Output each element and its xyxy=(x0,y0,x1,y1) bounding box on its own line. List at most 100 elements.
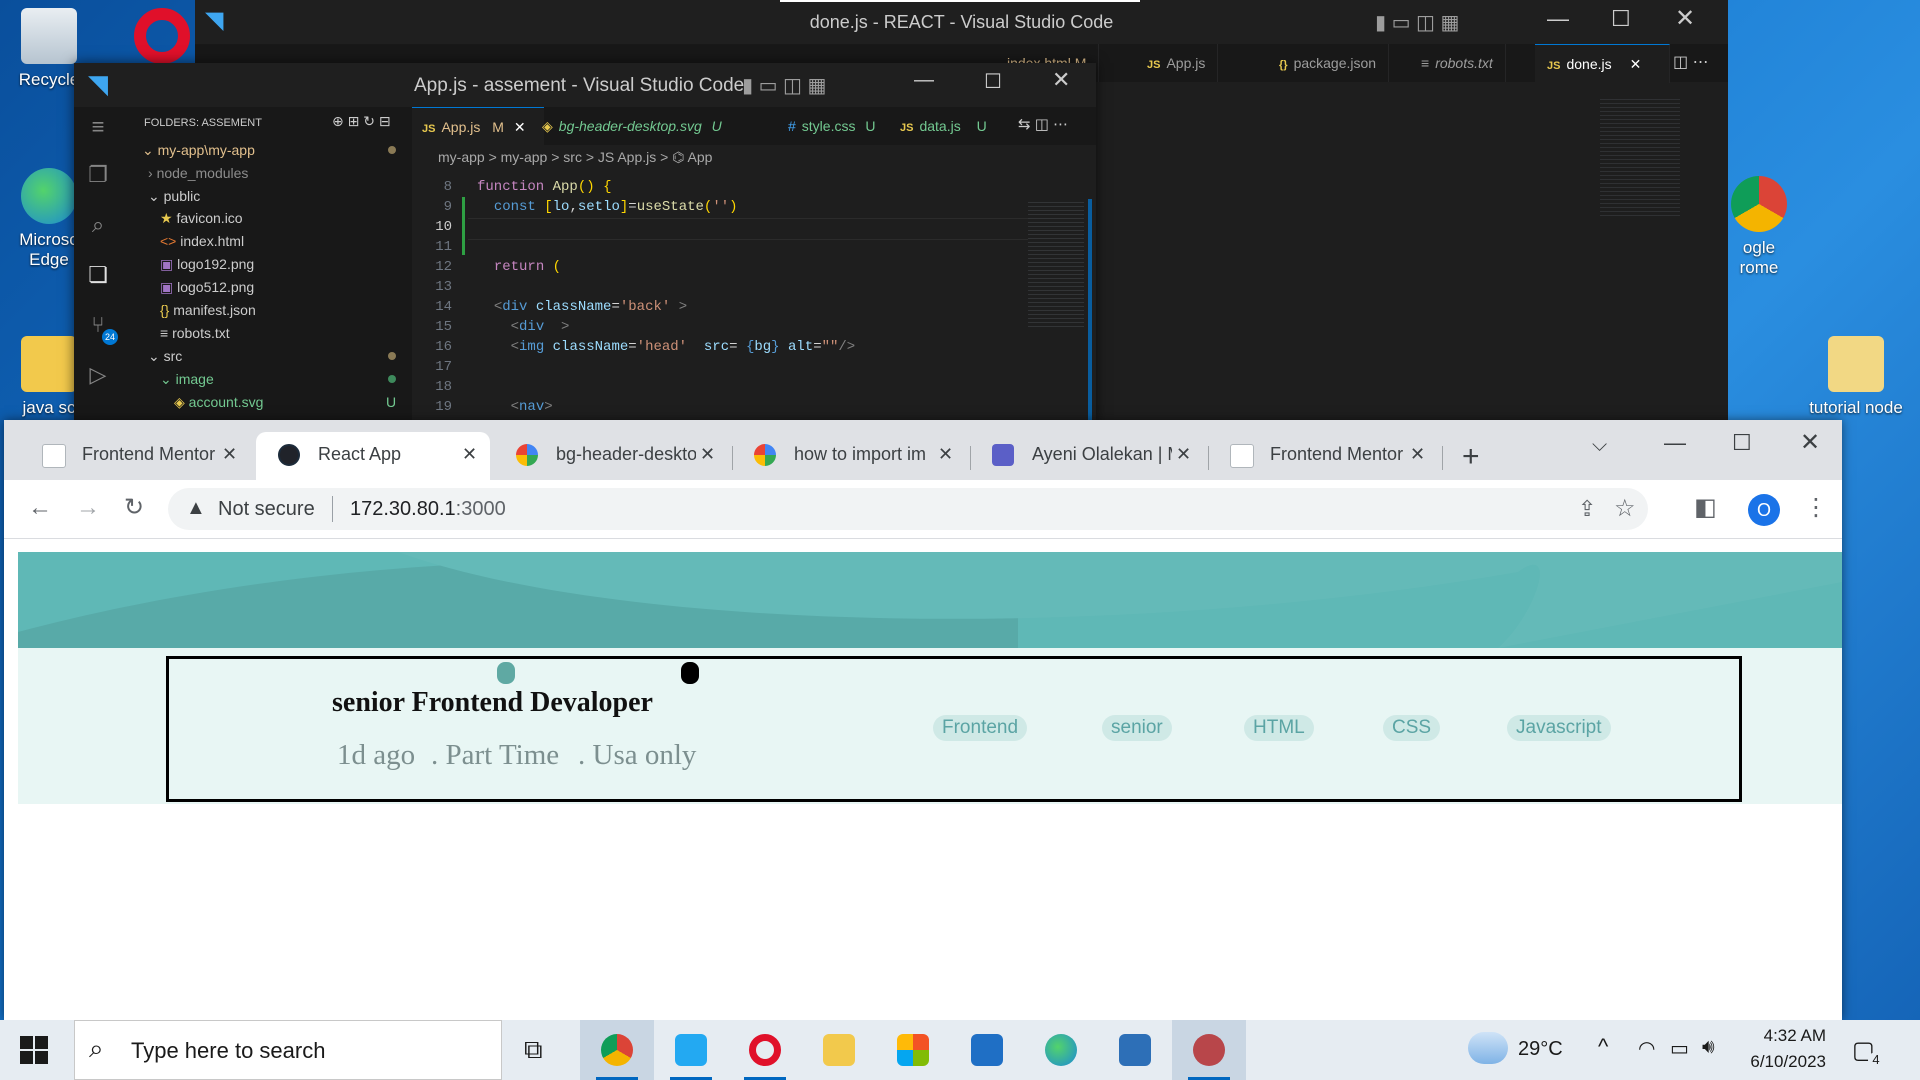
more-menu-icon[interactable]: ⋮ xyxy=(1804,494,1828,522)
scrollbar[interactable] xyxy=(1088,199,1092,423)
minimize-button[interactable]: — xyxy=(1664,430,1686,456)
clock[interactable]: 4:32 AM 6/10/2023 xyxy=(1740,1026,1826,1072)
job-title[interactable]: senior Frontend Devaloper xyxy=(332,687,653,719)
taskbar-search[interactable]: ⌕ Type here to search xyxy=(74,1020,502,1080)
network-icon[interactable]: ◠ xyxy=(1638,1036,1655,1061)
taskbar-vscode[interactable] xyxy=(654,1020,728,1080)
browser-tab[interactable]: Ayeni Olalekan | M ✕ xyxy=(970,432,1204,480)
tag-css[interactable]: CSS xyxy=(1383,715,1441,741)
close-button[interactable]: ✕ xyxy=(1052,67,1070,93)
tree-file-favicon[interactable]: ★ favicon.ico xyxy=(160,207,243,229)
tree-file-robots[interactable]: ≡ robots.txt xyxy=(160,322,230,344)
maximize-button[interactable]: ☐ xyxy=(984,69,1002,94)
editor-actions[interactable]: ◫ ⋯ xyxy=(1673,52,1709,72)
share-icon[interactable]: ⇪ xyxy=(1578,496,1596,522)
browser-tab[interactable]: Frontend Mentor ✕ xyxy=(1208,432,1442,480)
volume-icon[interactable]: 🔊︎ xyxy=(1702,1036,1715,1059)
taskbar-edge[interactable] xyxy=(1024,1020,1098,1080)
tree-label: logo192.png xyxy=(177,256,255,272)
tab-package-json[interactable]: {} package.json xyxy=(1267,44,1390,82)
address-bar[interactable]: ▲ Not secure 172.30.80.1:3000 ⇪ ☆ xyxy=(168,488,1648,530)
tree-file-index-html[interactable]: <> index.html xyxy=(160,230,244,252)
windows-start-icon[interactable] xyxy=(20,1036,48,1064)
tag-senior[interactable]: senior xyxy=(1102,715,1172,741)
close-tab-icon[interactable]: ✕ xyxy=(700,432,715,476)
close-button[interactable]: ✕ xyxy=(1675,4,1695,33)
git-change-gutter xyxy=(462,197,465,255)
layout-controls[interactable]: ▮ ▭ ◫ ▦ xyxy=(1375,10,1459,35)
browser-tab-active[interactable]: React App ✕ xyxy=(256,432,490,480)
url-text[interactable]: 172.30.80.1:3000 xyxy=(350,498,506,521)
tree-folder-root[interactable]: ⌄ my-app\my-app xyxy=(142,139,255,161)
task-view-icon[interactable]: ⧉ xyxy=(524,1034,543,1066)
taskbar-file-explorer[interactable] xyxy=(802,1020,876,1080)
explorer-active-icon[interactable]: ❏ xyxy=(84,261,112,289)
tab-app-js[interactable]: JS App.js M ✕ xyxy=(412,107,544,146)
new-tab-button[interactable]: + xyxy=(1462,442,1480,472)
tab-bg-header-svg[interactable]: ◈ bg-header-desktop.svg U xyxy=(532,107,732,145)
minimize-button[interactable]: — xyxy=(1547,6,1569,32)
bookmark-star-icon[interactable]: ☆ xyxy=(1614,494,1636,523)
menu-icon[interactable]: ≡ xyxy=(84,113,112,141)
tag-javascript[interactable]: Javascript xyxy=(1507,715,1611,741)
layout-controls[interactable]: ▮ ▭ ◫ ▦ xyxy=(742,73,826,98)
tag-frontend[interactable]: Frontend xyxy=(933,715,1028,741)
tree-folder-public[interactable]: ⌄ public xyxy=(148,185,200,207)
code-line: <div > xyxy=(510,319,570,335)
close-tab-icon[interactable]: ✕ xyxy=(1176,432,1191,476)
taskbar-mail[interactable] xyxy=(950,1020,1024,1080)
browser-tab[interactable]: how to import im ✕ xyxy=(732,432,966,480)
maximize-button[interactable]: ☐ xyxy=(1611,6,1631,32)
reload-icon[interactable]: ↻ xyxy=(124,494,144,522)
taskbar-chrome[interactable] xyxy=(580,1020,654,1080)
tree-file-logo512[interactable]: ▣ logo512.png xyxy=(160,276,254,298)
browser-tab[interactable]: bg-header-deskto ✕ xyxy=(494,432,728,480)
minimize-button[interactable]: — xyxy=(914,69,934,92)
code-editor[interactable]: 8 9 10 11 12 13 14 15 16 17 18 19 functi… xyxy=(412,171,1092,423)
browser-tab[interactable]: Frontend Mentor ✕ xyxy=(20,432,254,480)
taskbar-opera[interactable] xyxy=(728,1020,802,1080)
tab-app-js[interactable]: JS App.js xyxy=(1135,44,1219,82)
weather-temperature[interactable]: 29°C xyxy=(1518,1038,1563,1061)
forward-arrow-icon[interactable]: → xyxy=(76,494,100,522)
side-panel-icon[interactable]: ◧ xyxy=(1694,494,1717,522)
profile-avatar[interactable]: O xyxy=(1748,494,1780,526)
close-tab-icon[interactable]: ✕ xyxy=(1630,56,1642,72)
tree-file-logo192[interactable]: ▣ logo192.png xyxy=(160,253,254,275)
tab-done-js[interactable]: JS done.js ✕ xyxy=(1535,44,1670,83)
editor-actions[interactable]: ⇆ ◫ ⋯ xyxy=(1018,115,1068,133)
taskbar-store[interactable] xyxy=(876,1020,950,1080)
breadcrumb[interactable]: my-app > my-app > src > JS App.js > ⌬ Ap… xyxy=(438,149,712,166)
maximize-button[interactable]: ☐ xyxy=(1732,430,1752,456)
tree-file-account-svg[interactable]: ◈ account.svg xyxy=(174,391,263,413)
close-button[interactable]: ✕ xyxy=(1800,428,1820,457)
run-debug-icon[interactable]: ▷ xyxy=(84,361,112,389)
close-tab-icon[interactable]: ✕ xyxy=(938,432,953,476)
close-tab-icon[interactable]: ✕ xyxy=(1410,432,1425,476)
tab-robots-txt[interactable]: ≡ robots.txt xyxy=(1409,44,1506,82)
tray-chevron-up-icon[interactable]: ^ xyxy=(1598,1034,1608,1060)
close-tab-icon[interactable]: ✕ xyxy=(514,119,526,135)
tree-file-manifest[interactable]: {} manifest.json xyxy=(160,299,256,321)
job-listing-card[interactable]: senior Frontend Devaloper 1d ago . Part … xyxy=(166,656,1742,802)
explorer-actions[interactable]: ⊕ ⊞ ↻ ⊟ xyxy=(332,113,391,130)
tab-style-css[interactable]: # style.css U xyxy=(778,107,886,145)
weather-cloud-icon[interactable] xyxy=(1468,1032,1508,1064)
search-icon[interactable]: ⌕ xyxy=(84,211,112,239)
tab-data-js[interactable]: JS data.js U xyxy=(890,107,997,145)
taskbar-snipping-tool[interactable] xyxy=(1172,1020,1246,1080)
battery-icon[interactable]: ▭ xyxy=(1670,1036,1689,1061)
tutorial-node-folder-shortcut[interactable]: tutorial node xyxy=(1796,336,1916,418)
security-label[interactable]: Not secure xyxy=(218,498,315,521)
explorer-icon[interactable]: ❐ xyxy=(84,161,112,189)
close-tab-icon[interactable]: ✕ xyxy=(462,432,477,476)
tab-search-chevron-down-icon[interactable]: ⌵ xyxy=(1592,434,1607,457)
tree-folder-node-modules[interactable]: › node_modules xyxy=(148,162,248,184)
opera-icon[interactable] xyxy=(134,8,190,64)
close-tab-icon[interactable]: ✕ xyxy=(222,432,237,476)
back-arrow-icon[interactable]: ← xyxy=(28,494,52,522)
taskbar-photos[interactable] xyxy=(1098,1020,1172,1080)
tree-folder-image[interactable]: ⌄ image xyxy=(160,368,214,390)
tag-html[interactable]: HTML xyxy=(1244,715,1314,741)
tree-folder-src[interactable]: ⌄ src xyxy=(148,345,182,367)
